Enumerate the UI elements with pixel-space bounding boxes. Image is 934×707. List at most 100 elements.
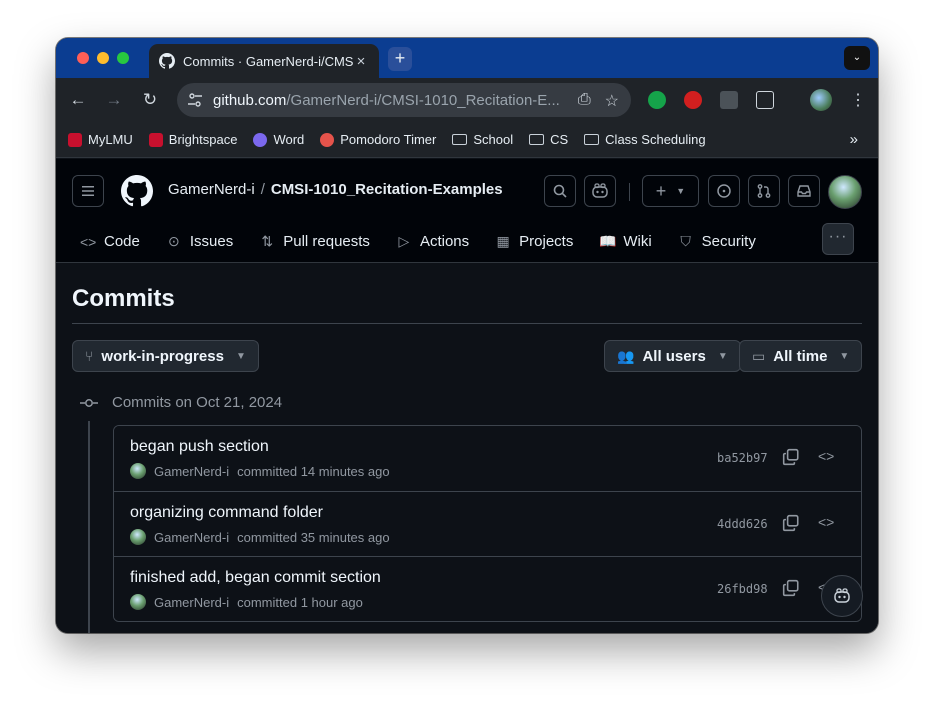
close-tab-icon[interactable]: × <box>353 53 369 70</box>
bookmark-folder-class-scheduling[interactable]: Class Scheduling <box>584 132 706 147</box>
branch-icon: ⑂ <box>85 348 94 364</box>
bookmark-label: MyLMU <box>88 132 133 147</box>
commit-list: began push section GamerNerd-i committed… <box>113 425 862 622</box>
people-icon: 👥 <box>617 347 635 364</box>
tab-code[interactable]: <> Code <box>72 225 148 258</box>
address-bar[interactable]: github.com /GamerNerd-i/CMSI-1010_Recita… <box>177 83 631 117</box>
copilot-chat-button[interactable] <box>821 575 863 617</box>
user-avatar[interactable] <box>828 175 862 209</box>
new-tab-button[interactable]: + <box>388 47 412 71</box>
inbox-button[interactable] <box>788 175 820 207</box>
breadcrumb: GamerNerd-i / CMSI-1010_Recitation-Example… <box>168 181 503 198</box>
author-avatar[interactable] <box>130 594 146 610</box>
commit-message-link[interactable]: began push section <box>130 438 269 456</box>
browser-menu-icon[interactable]: ⋮ <box>850 90 866 110</box>
adblock-extension-icon[interactable] <box>684 91 702 109</box>
tab-strip: Commits · GamerNerd-i/CMSI-1 × + ⌄ <box>56 38 878 78</box>
users-filter-button[interactable]: 👥 All users ▼ <box>604 340 741 372</box>
bookmark-brightspace[interactable]: Brightspace <box>148 132 238 147</box>
tab-search-button[interactable]: ⌄ <box>844 46 870 70</box>
search-button[interactable] <box>544 175 576 207</box>
pull-request-icon: ⇅ <box>261 233 274 249</box>
commit-message-link[interactable]: finished add, began commit section <box>130 569 381 587</box>
close-window-button[interactable] <box>77 52 89 64</box>
extensions-puzzle-icon[interactable] <box>756 91 774 109</box>
commit-row: began push section GamerNerd-i committed… <box>114 426 861 491</box>
bookmark-folder-cs[interactable]: CS <box>529 132 568 147</box>
back-button[interactable]: ← <box>68 90 88 110</box>
search-icon <box>553 184 567 198</box>
issues-button[interactable] <box>708 175 740 207</box>
pull-requests-button[interactable] <box>748 175 780 207</box>
code-icon: <> <box>80 233 97 250</box>
commit-meta: GamerNerd-i committed 1 hour ago <box>130 594 363 610</box>
install-app-icon[interactable]: ⎙ <box>578 91 591 111</box>
branch-selector-button[interactable]: ⑂ work-in-progress ▼ <box>72 340 259 372</box>
commit-sha-link[interactable]: ba52b97 <box>717 451 768 465</box>
github-logo-icon[interactable] <box>121 175 153 207</box>
browse-code-icon[interactable]: <> <box>818 514 834 530</box>
browser-profile-avatar[interactable] <box>810 89 832 111</box>
tab-security[interactable]: ⛉ Security <box>670 225 764 258</box>
grammarly-extension-icon[interactable] <box>648 91 666 109</box>
commit-time: committed 1 hour ago <box>237 594 363 610</box>
bookmark-folder-school[interactable]: School <box>452 132 513 147</box>
repo-nav: <> Code ⊙ Issues ⇅ Pull requests ▷ Actio… <box>72 225 774 258</box>
commits-page: Commits ⑂ work-in-progress ▼ 👥 All users… <box>56 263 878 633</box>
tab-actions[interactable]: ▷ Actions <box>388 225 477 258</box>
bookmark-label: Brightspace <box>168 132 238 147</box>
header-divider <box>629 183 630 201</box>
minimize-window-button[interactable] <box>97 52 109 64</box>
tab-issues[interactable]: ⊙ Issues <box>158 225 241 258</box>
tab-wiki[interactable]: 📖 Wiki <box>591 225 659 258</box>
tab-pull-requests[interactable]: ⇅ Pull requests <box>251 225 378 258</box>
copy-icon[interactable] <box>782 448 800 466</box>
author-link[interactable]: GamerNerd-i <box>154 464 229 479</box>
tab-label: Projects <box>519 233 574 250</box>
site-settings-icon[interactable] <box>187 92 203 108</box>
copy-icon[interactable] <box>782 579 800 597</box>
hamburger-menu-button[interactable] <box>72 175 104 207</box>
tab-active[interactable]: Commits · GamerNerd-i/CMSI-1 × <box>149 44 379 78</box>
more-bookmarks-icon[interactable]: » <box>850 131 858 148</box>
page-title: Commits <box>72 285 175 312</box>
commit-sha-link[interactable]: 26fbd98 <box>717 582 768 596</box>
bookmark-star-icon[interactable]: ☆ <box>605 91 619 111</box>
breadcrumb-separator: / <box>260 181 265 198</box>
author-link[interactable]: GamerNerd-i <box>154 530 229 545</box>
reader-extension-icon[interactable] <box>720 91 738 109</box>
word-icon <box>253 132 268 147</box>
copilot-button[interactable] <box>584 175 616 207</box>
commit-message-link[interactable]: organizing command folder <box>130 504 323 522</box>
commit-group-date: Commits on Oct 21, 2024 <box>112 394 283 411</box>
bookmark-word[interactable]: Word <box>253 132 304 147</box>
commit-sha-link[interactable]: 4ddd626 <box>717 517 768 531</box>
browse-code-icon[interactable]: <> <box>818 448 834 464</box>
maximize-window-button[interactable] <box>117 52 129 64</box>
github-icon <box>159 53 175 69</box>
author-avatar[interactable] <box>130 529 146 545</box>
commit-meta: GamerNerd-i committed 14 minutes ago <box>130 463 390 479</box>
reload-button[interactable]: ↻ <box>140 90 160 110</box>
owner-link[interactable]: GamerNerd-i <box>168 181 255 198</box>
url-path: /GamerNerd-i/CMSI-1010_Recitation-E... <box>286 91 560 109</box>
bookmark-pomodoro[interactable]: Pomodoro Timer <box>320 132 436 147</box>
commit-group-heading: Commits on Oct 21, 2024 <box>80 394 282 411</box>
bookmark-label: Pomodoro Timer <box>340 132 437 147</box>
tab-label: Wiki <box>623 233 652 250</box>
time-filter-button[interactable]: ▭ All time ▼ <box>739 340 863 372</box>
bookmark-label: Word <box>273 132 305 147</box>
pull-request-icon <box>757 184 771 198</box>
repo-link[interactable]: CMSI-1010_Recitation-Examples <box>271 181 503 198</box>
more-tabs-button[interactable]: ··· <box>822 223 854 255</box>
tab-projects[interactable]: ▦ Projects <box>487 225 581 258</box>
copy-icon[interactable] <box>782 514 800 532</box>
author-avatar[interactable] <box>130 463 146 479</box>
commit-time: committed 14 minutes ago <box>237 463 390 479</box>
bookmark-mylmu[interactable]: MyLMU <box>68 132 133 147</box>
tab-label: Pull requests <box>283 233 370 250</box>
forward-button[interactable]: → <box>104 90 124 110</box>
create-new-button[interactable]: + ▼ <box>642 175 699 207</box>
shield-icon <box>68 132 82 147</box>
author-link[interactable]: GamerNerd-i <box>154 595 229 610</box>
